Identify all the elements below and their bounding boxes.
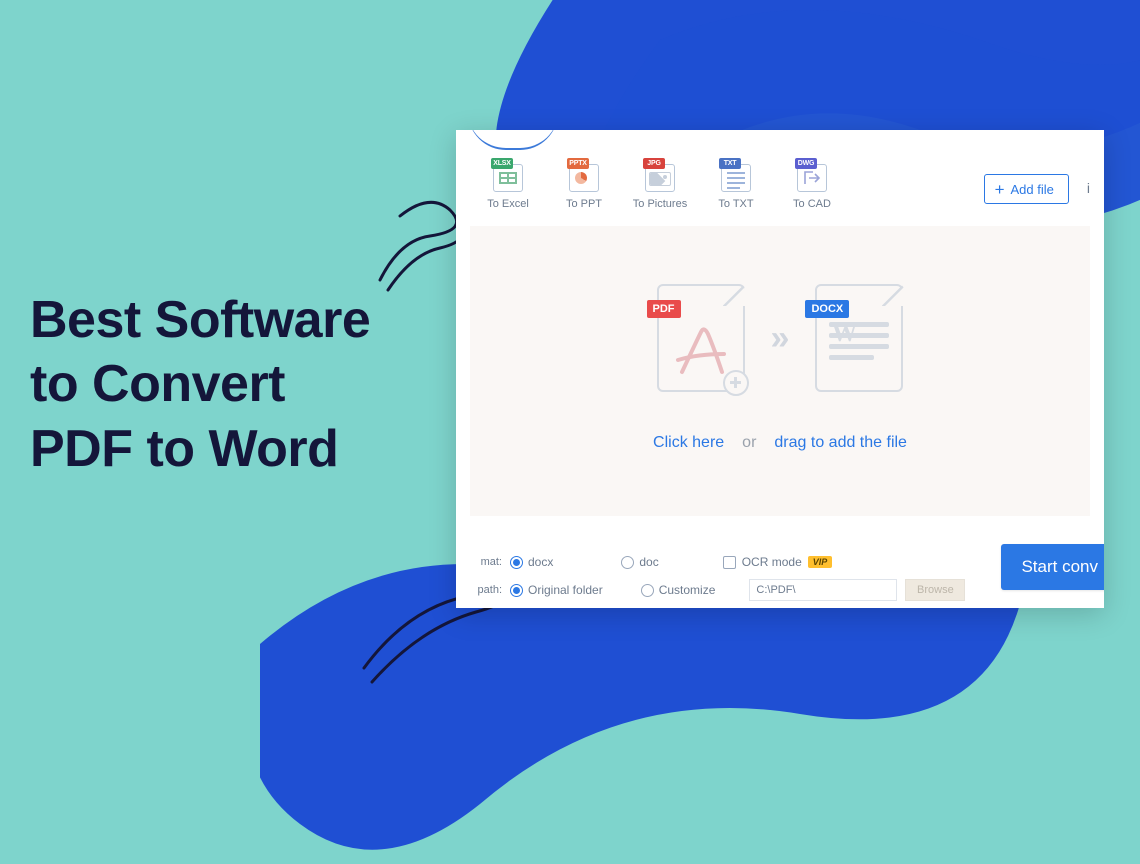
settings-bar: mat: docx doc OCR mode VIP path: Origina… [456,536,1104,608]
toolbar-item-to-pictures[interactable]: JPG To Pictures [626,158,694,210]
pdf-file-icon: PDF [657,284,745,392]
toolbar-label-excel: To Excel [487,198,529,210]
path-original-radio[interactable]: Original folder [510,583,603,597]
path-customize-label: Customize [659,583,716,597]
excel-icon: XLSX [491,158,525,192]
adobe-lambda-icon [674,320,728,378]
arrow-right-icon: » [771,319,790,358]
conversion-toolbar: XLSX To Excel PPTX To PPT JPG To Picture… [456,130,1104,220]
docx-file-icon: DOCX W [815,284,903,392]
hero-line-2: to Convert [30,352,370,416]
radio-icon [510,556,523,569]
format-doc-label: doc [639,555,658,569]
picture-icon: JPG [643,158,677,192]
drag-add-link[interactable]: drag to add the file [774,434,907,452]
format-docx-radio[interactable]: docx [510,555,553,569]
toolbar-item-to-excel[interactable]: XLSX To Excel [474,158,542,210]
ppt-icon: PPTX [567,158,601,192]
hero-line-1: Best Software [30,288,370,352]
toolbar-label-cad: To CAD [793,198,831,210]
radio-icon [641,584,654,597]
format-docx-label: docx [528,555,553,569]
radio-icon [621,556,634,569]
path-customize-radio[interactable]: Customize [641,583,716,597]
toolbar-item-to-ppt[interactable]: PPTX To PPT [550,158,618,210]
docx-badge: DOCX [805,300,849,318]
pdf-badge: PDF [647,300,681,318]
ocr-mode-checkbox[interactable]: OCR mode VIP [723,555,833,569]
format-label: mat: [470,556,502,568]
add-file-label: Add file [1011,182,1054,197]
browse-button[interactable]: Browse [905,579,965,601]
drop-or-text: or [742,434,756,452]
toolbar-label-pictures: To Pictures [633,198,687,210]
converter-app-window: XLSX To Excel PPTX To PPT JPG To Picture… [456,130,1104,608]
add-plus-icon [723,370,749,396]
drop-prompt: Click here or drag to add the file [653,434,907,452]
checkbox-icon [723,556,736,569]
info-icon[interactable]: i [1087,180,1090,196]
toolbar-item-to-txt[interactable]: TXT To TXT [702,158,770,210]
click-here-link[interactable]: Click here [653,434,724,452]
cad-icon: DWG [795,158,829,192]
plus-icon: + [995,181,1005,198]
ocr-mode-label: OCR mode [742,555,802,569]
toolbar-item-to-cad[interactable]: DWG To CAD [778,158,846,210]
add-file-button[interactable]: + Add file [984,174,1069,204]
radio-icon [510,584,523,597]
output-path-input[interactable] [749,579,897,601]
start-convert-button[interactable]: Start conv [1001,544,1104,590]
format-doc-radio[interactable]: doc [621,555,658,569]
toolbar-label-txt: To TXT [718,198,753,210]
path-label: path: [470,584,502,596]
hero-headline: Best Software to Convert PDF to Word [30,288,370,481]
txt-icon: TXT [719,158,753,192]
conversion-graphic: PDF » DOCX W [657,284,904,392]
vip-badge: VIP [808,556,833,568]
path-original-label: Original folder [528,583,603,597]
toolbar-label-ppt: To PPT [566,198,602,210]
hero-line-3: PDF to Word [30,417,370,481]
file-drop-area[interactable]: PDF » DOCX W Click here or drag to add t… [470,226,1090,516]
